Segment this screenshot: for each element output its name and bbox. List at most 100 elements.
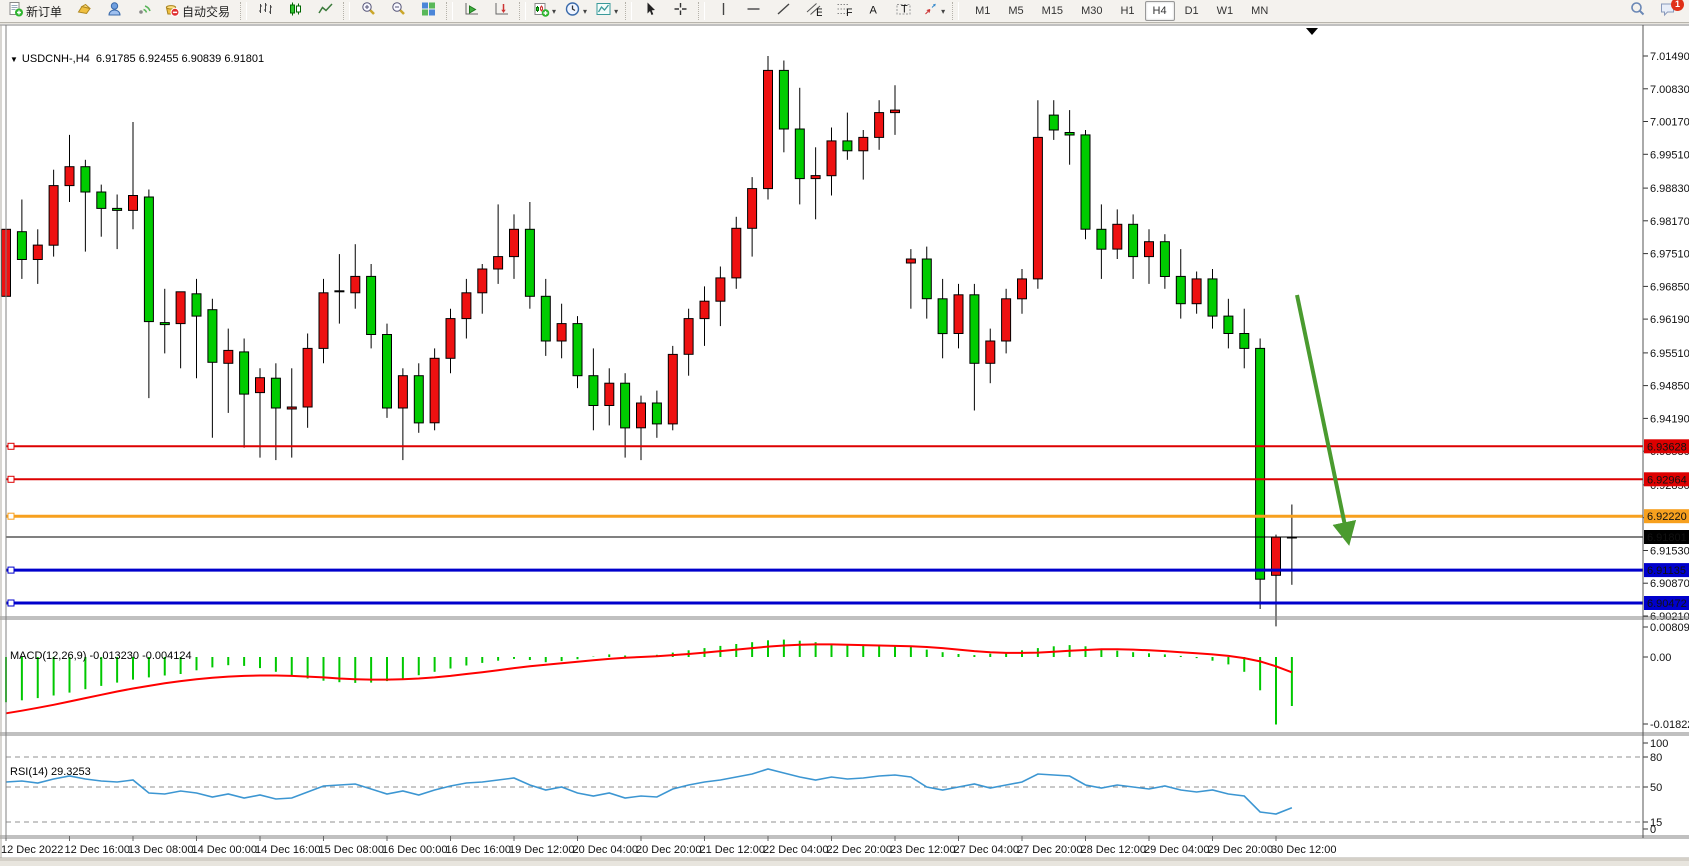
- price-tick-label: 7.00830: [1650, 84, 1689, 96]
- auto-scroll-button[interactable]: [457, 0, 485, 22]
- bar-chart-button[interactable]: [251, 0, 279, 22]
- macd-name: MACD(12,26,9): [10, 650, 86, 662]
- candle: [430, 358, 439, 423]
- timeframe-m5[interactable]: M5: [1000, 1, 1031, 21]
- price-tick-label: 6.90870: [1650, 578, 1689, 590]
- text-button[interactable]: A: [859, 0, 887, 22]
- candle-chart-button[interactable]: [281, 0, 309, 22]
- candle: [938, 299, 947, 334]
- notifications-button[interactable]: 1: [1653, 0, 1681, 22]
- gold-button[interactable]: [70, 0, 98, 22]
- timeframe-d1[interactable]: D1: [1177, 1, 1207, 21]
- candle: [668, 354, 677, 424]
- time-axis-label: 27 Dec 20:00: [1017, 844, 1082, 856]
- new-chart-button[interactable]: ▾: [530, 0, 559, 22]
- time-axis-label: 16 Dec 16:00: [446, 844, 511, 856]
- price-tick-label: 6.91530: [1650, 546, 1689, 558]
- candle: [271, 378, 280, 408]
- candle: [303, 348, 312, 407]
- templates-button[interactable]: ▾: [592, 0, 621, 22]
- candle: [1208, 279, 1217, 316]
- fibonacci-button[interactable]: F: [829, 0, 857, 22]
- periods-button[interactable]: ▾: [561, 0, 590, 22]
- channel-icon: E: [805, 1, 822, 22]
- svg-text:F: F: [846, 7, 852, 17]
- label-icon: T: [895, 1, 912, 22]
- candle: [398, 376, 407, 408]
- chart-shift-button[interactable]: [487, 0, 515, 22]
- timeframe-h1[interactable]: H1: [1112, 1, 1142, 21]
- timeframe-w1[interactable]: W1: [1209, 1, 1242, 21]
- advisor-icon: [106, 1, 123, 22]
- zoom-out-button[interactable]: [384, 0, 412, 22]
- line-price-label: 6.92964: [1647, 474, 1687, 486]
- candle: [97, 192, 106, 208]
- candle: [541, 296, 550, 341]
- new-order-button[interactable]: 新订单: [4, 0, 68, 22]
- candle: [351, 276, 360, 292]
- price-tick-label: 7.00170: [1650, 117, 1689, 129]
- price-tick-label: 7.01490: [1650, 51, 1689, 63]
- price-tick-label: 6.97510: [1650, 249, 1689, 261]
- timeframe-mn[interactable]: MN: [1243, 1, 1276, 21]
- crosshair-icon: [672, 1, 689, 22]
- chart-title: ▼USDCNH-,H4 6.91785 6.92455 6.90839 6.91…: [10, 53, 264, 65]
- candle: [605, 383, 614, 405]
- candle: [462, 293, 471, 319]
- candle: [1240, 334, 1249, 349]
- timeframe-m15[interactable]: M15: [1034, 1, 1071, 21]
- line-chart-button[interactable]: [311, 0, 339, 22]
- toolbar: 新订单自动交易▾▾▾EFAT▾M1M5M15M30H1H4D1W1MN1: [0, 0, 1689, 23]
- line-price-label: 6.92220: [1647, 511, 1687, 523]
- time-axis-label: 22 Dec 20:00: [827, 844, 892, 856]
- zoom-in-button[interactable]: [354, 0, 382, 22]
- chevron-down-icon: ▾: [614, 7, 618, 16]
- svg-text:T: T: [901, 3, 908, 15]
- rsi-value: 29.3253: [51, 766, 91, 778]
- trendline-button[interactable]: [769, 0, 797, 22]
- price-tick-label: 6.96190: [1650, 314, 1689, 326]
- candle: [176, 292, 185, 324]
- candle: [525, 229, 534, 296]
- tile-icon: [420, 1, 437, 22]
- search-icon: [1629, 1, 1646, 22]
- line-handle: [8, 476, 14, 482]
- time-axis-label: 14 Dec 00:00: [192, 844, 257, 856]
- time-axis-label: 22 Dec 04:00: [763, 844, 828, 856]
- candle: [652, 403, 661, 424]
- chart-window: 7.014907.008307.001706.995106.988306.981…: [0, 24, 1689, 861]
- signal-button[interactable]: [130, 0, 158, 22]
- candle: [1129, 224, 1138, 256]
- candle: [748, 189, 757, 229]
- timeframe-m30[interactable]: M30: [1073, 1, 1110, 21]
- candle: [49, 186, 58, 246]
- macd-values: -0.013230 -0.004124: [89, 650, 191, 662]
- bars-icon: [257, 1, 274, 22]
- horizontal-line-button[interactable]: [739, 0, 767, 22]
- gold-icon: [76, 1, 93, 22]
- template-icon: [595, 1, 612, 22]
- expert-advisor-button[interactable]: [100, 0, 128, 22]
- candle: [716, 278, 725, 301]
- tile-windows-button[interactable]: [414, 0, 442, 22]
- candle: [1018, 279, 1027, 299]
- search-button[interactable]: [1623, 0, 1651, 22]
- timeframe-h4[interactable]: H4: [1145, 1, 1175, 21]
- arrows-button[interactable]: ▾: [919, 0, 948, 22]
- chart-menu-triangle-icon[interactable]: ▼: [10, 55, 18, 64]
- candle: [1097, 229, 1106, 249]
- cursor-button[interactable]: [636, 0, 664, 22]
- rsi-axis-label: 0: [1650, 824, 1656, 836]
- time-axis-label: 30 Dec 12:00: [1271, 844, 1336, 856]
- candle: [1160, 242, 1169, 277]
- auto-trading-button[interactable]: 自动交易: [160, 0, 236, 22]
- time-axis-label: 20 Dec 20:00: [636, 844, 701, 856]
- equidistant-channel-button[interactable]: E: [799, 0, 827, 22]
- crosshair-button[interactable]: [666, 0, 694, 22]
- candle: [192, 294, 201, 316]
- text-label-button[interactable]: T: [889, 0, 917, 22]
- time-axis-label: 12 Dec 16:00: [65, 844, 130, 856]
- candle: [33, 245, 42, 259]
- timeframe-m1[interactable]: M1: [967, 1, 998, 21]
- vertical-line-button[interactable]: [709, 0, 737, 22]
